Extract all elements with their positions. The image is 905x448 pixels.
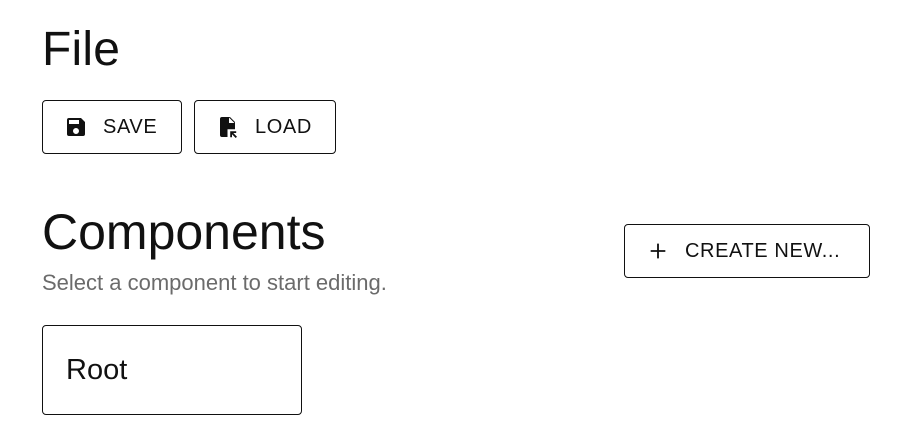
file-section-title: File [42,23,121,76]
plus-icon [645,238,671,264]
components-subtitle: Select a component to start editing. [42,270,387,295]
component-item-root[interactable]: Root [42,325,302,415]
save-icon [63,114,89,140]
save-button-label: SAVE [103,115,158,138]
load-button-label: LOAD [255,115,312,138]
load-button[interactable]: LOAD [194,100,336,154]
create-new-button-label: CREATE NEW... [685,239,841,262]
component-item-label: Root [66,353,128,386]
file-open-icon [215,114,241,140]
save-button[interactable]: SAVE [42,100,182,154]
components-section-title: Components [42,204,326,260]
create-new-button[interactable]: CREATE NEW... [624,224,870,278]
